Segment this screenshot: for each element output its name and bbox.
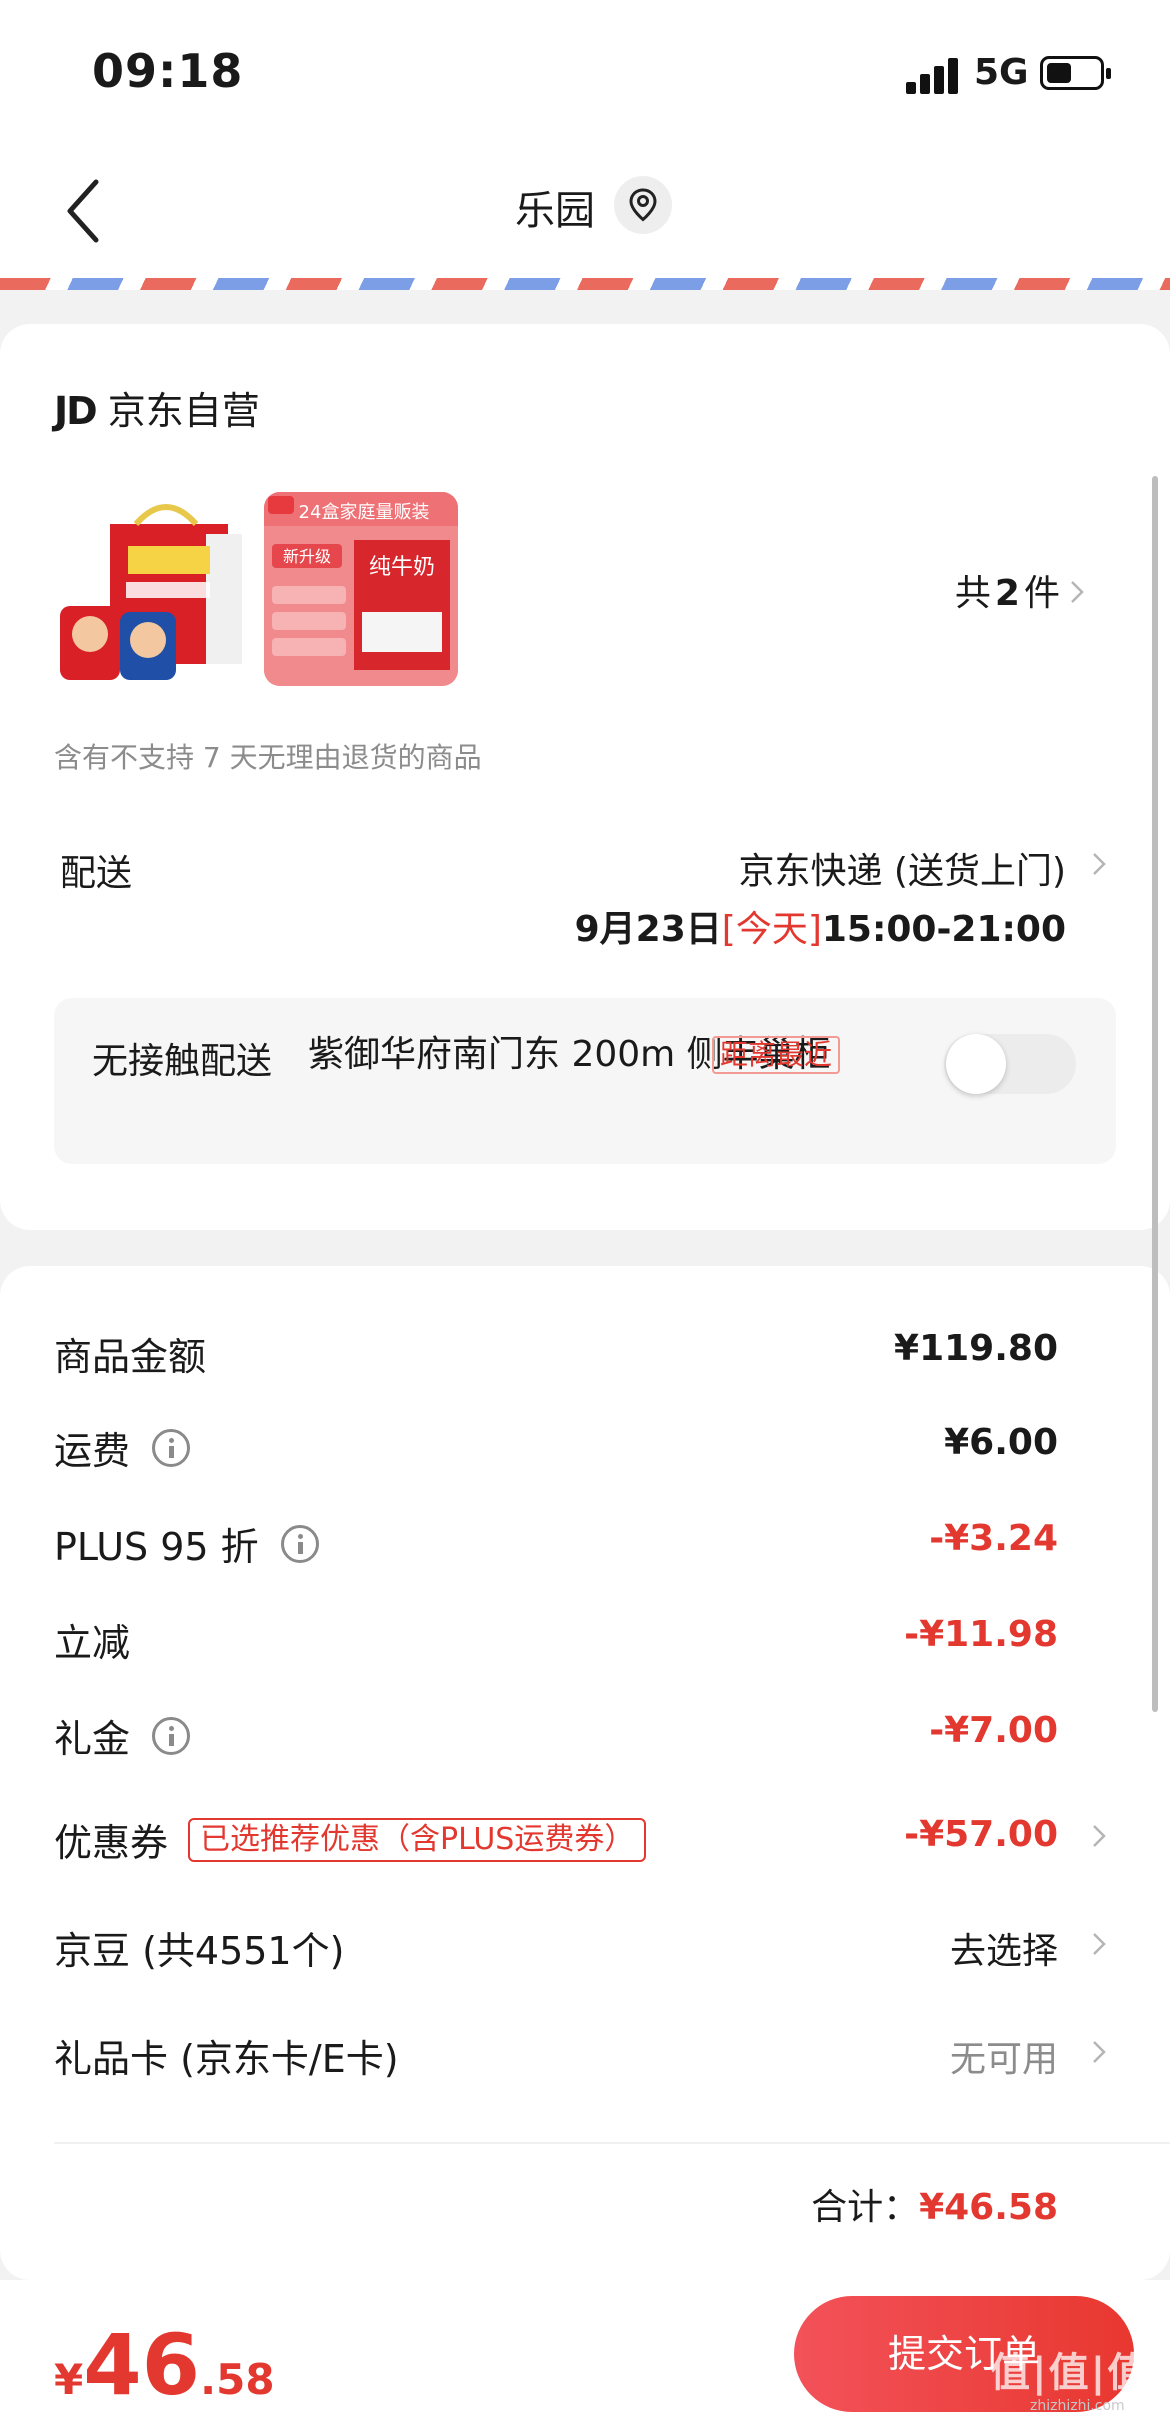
- chevron-right-icon[interactable]: [1070, 580, 1084, 604]
- row-coupon-label[interactable]: 优惠券 已选推荐优惠（含PLUS运费券）: [54, 1812, 647, 1867]
- delivery-time-range: 15:00-21:00: [821, 909, 1066, 950]
- status-time: 09:18: [92, 44, 244, 98]
- row-subtotal-value: ¥119.80: [894, 1328, 1058, 1369]
- location-icon[interactable]: [614, 176, 672, 234]
- nearest-tag: 距离最近: [712, 1036, 841, 1074]
- battery-icon: [1040, 56, 1111, 90]
- info-icon[interactable]: [152, 1716, 191, 1755]
- final-price: ¥46.58: [54, 2316, 275, 2414]
- product-image-1[interactable]: [56, 494, 242, 684]
- row-giftcard-value[interactable]: 无可用: [950, 2030, 1058, 2082]
- delivery-today-tag: [今天]: [721, 909, 822, 950]
- price-summary-card: 商品金额 ¥119.80 运费 ¥6.00 PLUS 95 折 -¥3.24 立…: [0, 1266, 1170, 2280]
- chevron-right-icon[interactable]: [1092, 1932, 1106, 1956]
- chevron-right-icon[interactable]: [1092, 2040, 1106, 2064]
- chevron-right-icon[interactable]: [1092, 852, 1106, 876]
- divider: [54, 2142, 1170, 2144]
- item-count[interactable]: 共2件: [955, 564, 1060, 616]
- count-number: 2: [994, 573, 1020, 614]
- nav-bar: 乐园: [0, 140, 1170, 280]
- row-plus-label: PLUS 95 折: [54, 1516, 319, 1571]
- status-bar: 09:18 5G: [0, 0, 1170, 140]
- bottom-bar: ¥46.58 提交订单 值|值|值 zhizhizhi.com: [0, 2280, 1170, 2430]
- contactless-toggle[interactable]: [944, 1034, 1076, 1094]
- contactless-label: 无接触配送: [92, 1041, 273, 1082]
- network-label: 5G: [974, 52, 1029, 93]
- total-label: 合计：: [811, 2187, 920, 2228]
- row-jingdou-value[interactable]: 去选择: [950, 1922, 1058, 1974]
- scrollbar[interactable]: [1152, 476, 1158, 1712]
- row-gift-money-label: 礼金: [54, 1708, 191, 1763]
- row-jingdou-label[interactable]: 京豆 (共4551个): [54, 1920, 344, 1975]
- coupon-tag: 已选推荐优惠（含PLUS运费券）: [188, 1817, 647, 1862]
- product2-upgrade: 新升级: [283, 547, 331, 566]
- total-value: ¥46.58: [919, 2187, 1058, 2228]
- price-decimal: .58: [200, 2355, 275, 2404]
- product-image-2[interactable]: 24盒家庭量贩装 新升级 纯牛奶: [264, 492, 458, 686]
- watermark-logo: 值|值|值: [990, 2350, 1150, 2396]
- jd-logo: JD: [54, 389, 98, 433]
- chevron-right-icon[interactable]: [1092, 1824, 1106, 1848]
- row-shipping-value: ¥6.00: [944, 1422, 1058, 1463]
- info-icon[interactable]: [152, 1428, 191, 1467]
- count-suffix: 件: [1023, 573, 1060, 614]
- product2-name: 纯牛奶: [369, 555, 435, 580]
- signal-icon: [906, 58, 958, 94]
- product2-banner: 24盒家庭量贩装: [299, 502, 430, 523]
- info-icon[interactable]: [280, 1524, 319, 1563]
- row-giftcard-label[interactable]: 礼品卡 (京东卡/E卡): [54, 2028, 399, 2083]
- page-title: 乐园: [515, 188, 595, 234]
- row-subtotal-label: 商品金额: [54, 1335, 207, 1379]
- row-discount-value: -¥11.98: [904, 1614, 1058, 1655]
- delivery-time[interactable]: 9月23日[今天]15:00-21:00: [575, 900, 1066, 952]
- shop-header: JD 京东自营: [54, 380, 260, 435]
- return-policy-note: 含有不支持 7 天无理由退货的商品: [54, 741, 482, 774]
- row-gift-money-value: -¥7.00: [929, 1710, 1058, 1751]
- price-integer: 46: [83, 2316, 201, 2414]
- delivery-method[interactable]: 京东快递 (送货上门): [738, 842, 1066, 894]
- count-prefix: 共: [954, 573, 991, 614]
- row-coupon-value[interactable]: -¥57.00: [904, 1814, 1058, 1855]
- watermark-url: zhizhizhi.com: [1030, 2398, 1125, 2414]
- row-discount-label: 立减: [54, 1621, 131, 1665]
- shop-name: 京东自营: [107, 389, 260, 433]
- total-row: 合计：¥46.58: [811, 2178, 1058, 2230]
- row-plus-value: -¥3.24: [929, 1518, 1058, 1559]
- row-shipping-label: 运费: [54, 1420, 191, 1475]
- delivery-label: 配送: [60, 853, 133, 894]
- order-card: JD 京东自营 24盒家庭量贩装 新升级 纯牛奶 共2件 含有不支持 7 天无理由…: [0, 324, 1170, 1230]
- delivery-date: 9月23日: [574, 909, 722, 950]
- contactless-delivery: 无接触配送 紫御华府南门东 200m 侧丰巢柜 距离最近: [54, 998, 1116, 1164]
- airmail-divider: [0, 278, 1170, 290]
- price-currency: ¥: [54, 2355, 84, 2404]
